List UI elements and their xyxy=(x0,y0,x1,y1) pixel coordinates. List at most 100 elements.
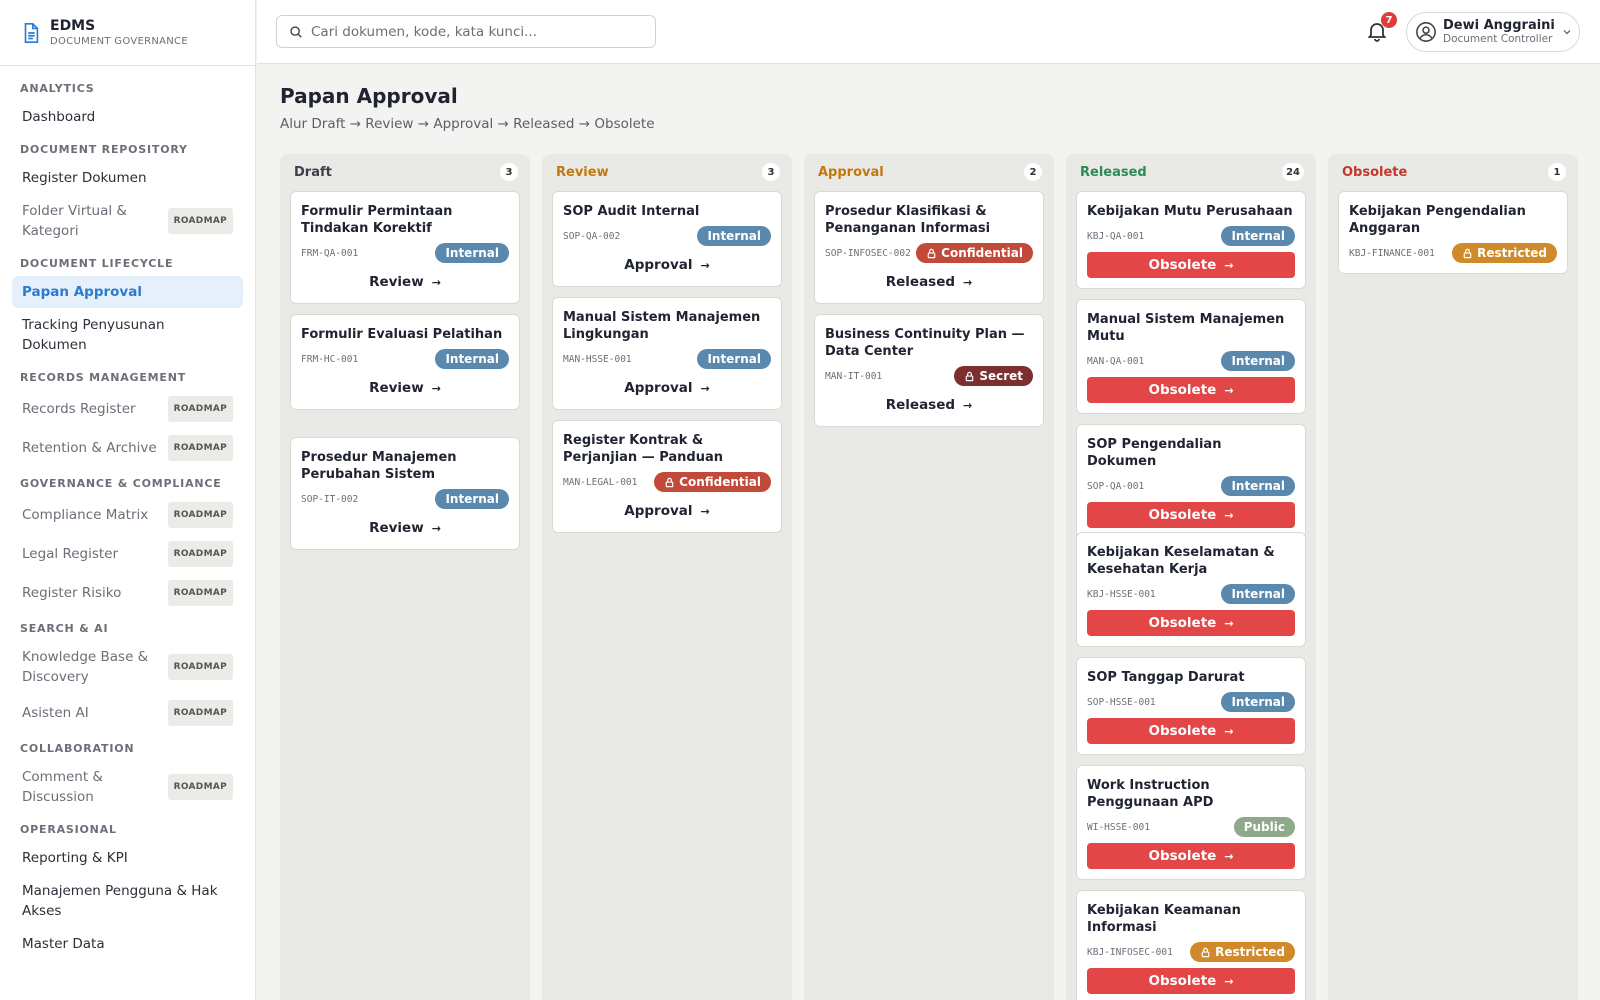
sidebar-item-label: Tracking Penyusunan Dokumen xyxy=(22,317,165,353)
sidebar-item-papan-approval[interactable]: Papan Approval xyxy=(12,276,243,308)
action-label: Obsolete xyxy=(1148,615,1217,631)
move-to-review-button[interactable]: Review → xyxy=(301,375,509,401)
sidebar-item-legal[interactable]: Legal Register ROADMAP xyxy=(12,535,243,573)
move-to-obsolete-button[interactable]: Obsolete → xyxy=(1087,718,1295,744)
action-label: Review xyxy=(369,380,424,396)
document-card[interactable]: Register Kontrak & Perjanjian — Panduan M… xyxy=(552,420,782,533)
move-to-obsolete-button[interactable]: Obsolete → xyxy=(1087,610,1295,636)
sidebar: EDMS DOCUMENT GOVERNANCE ANALYTICS Dashb… xyxy=(0,0,256,1000)
document-card[interactable]: Prosedur Manajemen Perubahan Sistem SOP-I… xyxy=(290,437,520,550)
action-label: Obsolete xyxy=(1148,382,1217,398)
roadmap-badge: ROADMAP xyxy=(167,396,233,422)
document-card[interactable]: Work Instruction Penggunaan APD WI-HSSE-0… xyxy=(1076,765,1306,880)
document-card[interactable]: Formulir Evaluasi Pelatihan FRM-HC-001 Int… xyxy=(290,314,520,410)
classification-badge: Public xyxy=(1233,817,1295,837)
document-card[interactable]: Manual Sistem Manajemen Mutu MAN-QA-001 In… xyxy=(1076,299,1306,414)
action-label: Released xyxy=(885,274,956,290)
classification-badge: Internal xyxy=(1221,584,1295,604)
document-card[interactable]: Kebijakan Keselamatan & Kesehatan Kerja K… xyxy=(1076,532,1306,647)
nav-section-governance: GOVERNANCE & COMPLIANCE xyxy=(20,477,222,490)
document-card[interactable]: Prosedur Klasifikasi & Penanganan Inform… xyxy=(814,191,1044,304)
sidebar-item-label: Reporting & KPI xyxy=(22,850,128,866)
sidebar-item-label: Papan Approval xyxy=(22,284,142,300)
move-to-approval-button[interactable]: Approval → xyxy=(563,375,771,401)
move-to-obsolete-button[interactable]: Obsolete → xyxy=(1087,968,1295,994)
document-card[interactable]: SOP Audit Internal SOP-QA-002 Internal Appr… xyxy=(552,191,782,287)
document-card[interactable]: Kebijakan Mutu Perusahaan KBJ-QA-001 Inter… xyxy=(1076,191,1306,289)
user-name: Dewi Anggraini xyxy=(1443,18,1555,33)
document-code: MAN-HSSE-001 xyxy=(563,353,632,365)
sidebar-item-records-register[interactable]: Records Register ROADMAP xyxy=(12,390,243,428)
document-card[interactable]: SOP Pengendalian Dokumen SOP-QA-001 Intern… xyxy=(1076,424,1306,539)
classification-label: Public xyxy=(1243,820,1285,834)
document-card[interactable]: Manual Sistem Manajemen Lingkungan MAN-HS… xyxy=(552,297,782,410)
sidebar-item-knowledge-base[interactable]: Knowledge Base & Discovery ROADMAP xyxy=(12,641,243,693)
sidebar-item-label: Comment & Discussion xyxy=(22,769,103,805)
user-menu[interactable]: Dewi Anggraini Document Controller xyxy=(1406,12,1580,52)
card-title: Kebijakan Keselamatan & Kesehatan Kerja xyxy=(1087,545,1275,577)
column-count: 2 xyxy=(1024,163,1042,181)
classification-label: Internal xyxy=(445,246,499,260)
sidebar-item-comment[interactable]: Comment & Discussion ROADMAP xyxy=(12,761,243,813)
lock-icon xyxy=(927,248,936,258)
user-role: Document Controller xyxy=(1443,33,1553,45)
action-label: Review xyxy=(369,274,424,290)
document-card[interactable]: Business Continuity Plan — Data Center MA… xyxy=(814,314,1044,427)
move-to-released-button[interactable]: Released → xyxy=(825,392,1033,418)
document-card[interactable]: Kebijakan Pengendalian Anggaran KBJ-FINAN… xyxy=(1338,191,1568,274)
brand[interactable]: EDMS DOCUMENT GOVERNANCE xyxy=(0,0,255,66)
column-count: 24 xyxy=(1282,163,1304,181)
document-card[interactable]: Formulir Permintaan Tindakan Korektif FRM… xyxy=(290,191,520,304)
move-to-obsolete-button[interactable]: Obsolete → xyxy=(1087,843,1295,869)
nav-section-collaboration: COLLABORATION xyxy=(20,742,135,755)
classification-label: Confidential xyxy=(679,475,761,489)
move-to-approval-button[interactable]: Approval → xyxy=(563,498,771,524)
classification-label: Internal xyxy=(1231,695,1285,709)
column-approval: Approval 2 Prosedur Klasifikasi & Penanga… xyxy=(804,154,1054,1000)
user-avatar-icon xyxy=(1416,22,1436,42)
document-code: MAN-LEGAL-001 xyxy=(563,476,638,488)
move-to-obsolete-button[interactable]: Obsolete → xyxy=(1087,502,1295,528)
sidebar-item-label: Records Register xyxy=(22,401,136,417)
classification-badge: Internal xyxy=(435,489,509,509)
move-to-obsolete-button[interactable]: Obsolete → xyxy=(1087,252,1295,278)
action-label: Review xyxy=(369,520,424,536)
sidebar-item-compliance[interactable]: Compliance Matrix ROADMAP xyxy=(12,496,243,534)
lock-icon xyxy=(1201,947,1210,957)
move-to-released-button[interactable]: Released → xyxy=(825,269,1033,295)
sidebar-item-asisten-ai[interactable]: Asisten AI ROADMAP xyxy=(12,694,243,732)
move-to-review-button[interactable]: Review → xyxy=(301,515,509,541)
sidebar-item-reporting[interactable]: Reporting & KPI xyxy=(12,842,243,874)
kanban-board: Draft 3 Formulir Permintaan Tindakan Kore… xyxy=(280,154,1578,1000)
sidebar-item-register-dokumen[interactable]: Register Dokumen xyxy=(12,162,243,194)
sidebar-item-folder[interactable]: Folder Virtual & Kategori ROADMAP xyxy=(12,195,243,247)
document-card[interactable]: Kebijakan Keamanan Informasi KBJ-INFOSEC-… xyxy=(1076,890,1306,1000)
classification-label: Secret xyxy=(979,369,1023,383)
document-code: MAN-IT-001 xyxy=(825,370,883,382)
sidebar-item-label: Compliance Matrix xyxy=(22,507,149,523)
action-label: Obsolete xyxy=(1148,848,1217,864)
sidebar-item-tracking[interactable]: Tracking Penyusunan Dokumen xyxy=(12,309,243,361)
column-title: Released xyxy=(1080,164,1147,180)
move-to-obsolete-button[interactable]: Obsolete → xyxy=(1087,377,1295,403)
card-title: Work Instruction Penggunaan APD xyxy=(1087,778,1214,810)
search-box[interactable] xyxy=(276,15,656,48)
sidebar-item-master-data[interactable]: Master Data xyxy=(12,928,243,960)
action-label: Released xyxy=(885,397,956,413)
arrow-right-icon: → xyxy=(963,398,973,412)
document-card[interactable]: SOP Tanggap Darurat SOP-HSSE-001 Internal O… xyxy=(1076,657,1306,755)
classification-label: Internal xyxy=(707,229,761,243)
sidebar-item-retention[interactable]: Retention & Archive ROADMAP xyxy=(12,429,243,467)
sidebar-item-label: Folder Virtual & Kategori xyxy=(22,203,127,239)
notification-badge: 7 xyxy=(1381,12,1397,28)
sidebar-item-label: Register Risiko xyxy=(22,585,122,601)
sidebar-item-manajemen-pengguna[interactable]: Manajemen Pengguna & Hak Akses xyxy=(12,875,243,927)
classification-label: Internal xyxy=(1231,479,1285,493)
search-input[interactable] xyxy=(311,23,631,40)
move-to-review-button[interactable]: Review → xyxy=(301,269,509,295)
arrow-right-icon: → xyxy=(1224,974,1234,988)
sidebar-item-dashboard[interactable]: Dashboard xyxy=(12,101,243,133)
move-to-approval-button[interactable]: Approval → xyxy=(563,252,771,278)
sidebar-item-label: Knowledge Base & Discovery xyxy=(22,649,149,685)
sidebar-item-risiko[interactable]: Register Risiko ROADMAP xyxy=(12,574,243,612)
